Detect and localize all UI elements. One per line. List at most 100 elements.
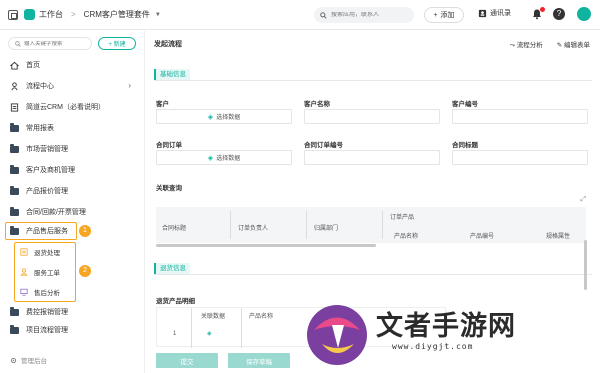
vertical-scrollbar[interactable] bbox=[584, 240, 587, 290]
edit-icon: ✎ bbox=[556, 42, 564, 49]
step-badge-1: 1 bbox=[79, 225, 91, 237]
analysis-icon: ⤳ bbox=[509, 42, 517, 49]
sidebar-item-marketing[interactable]: 市场营销管理 bbox=[0, 140, 145, 158]
step-badge-2: 2 bbox=[79, 265, 91, 277]
search-input[interactable] bbox=[331, 12, 411, 18]
contract-order-select-data[interactable]: ◈ 选择数据 bbox=[156, 150, 292, 165]
edit-form-label: 编辑表单 bbox=[564, 42, 590, 49]
app-logo bbox=[24, 9, 35, 20]
watermark: 文者手游网 www.diygjt.com bbox=[300, 298, 600, 373]
watermark-url: www.diygjt.com bbox=[392, 342, 474, 351]
sidebar: + 新建 首页 流程中心 › 简道云CRM（必看说明） 常用报表 市场营销管理 … bbox=[0, 31, 145, 373]
return-products-title: 退货产品明细 bbox=[156, 298, 195, 305]
field-label-customer-name: 客户名称 bbox=[304, 101, 330, 108]
field-label-contract-title: 合同标题 bbox=[452, 142, 478, 149]
field-label-customer-no: 客户编号 bbox=[452, 101, 478, 108]
sidebar-item-label: 简道云CRM（必看说明） bbox=[26, 104, 105, 111]
admin-link[interactable]: 管理后台 bbox=[10, 355, 47, 365]
sidebar-item-label: 流程中心 bbox=[26, 83, 54, 90]
chevron-right-icon: › bbox=[128, 81, 131, 90]
col-header-spec: 规格属性 bbox=[546, 234, 571, 240]
help-icon[interactable]: ? bbox=[553, 8, 565, 20]
sidebar-item-label: 首页 bbox=[26, 62, 40, 69]
sidebar-search-input[interactable] bbox=[24, 40, 88, 47]
sidebar-subitem-analysis[interactable]: 售后分析 bbox=[14, 283, 74, 301]
top-bar: 工作台 > CRM客户管理套件 ▼ + 添加 通讯录 ? bbox=[0, 0, 600, 30]
avatar[interactable] bbox=[577, 7, 591, 21]
sidebar-item-flow-center[interactable]: 流程中心 › bbox=[0, 77, 145, 95]
column-divider bbox=[241, 308, 242, 348]
sidebar-item-label: 产品售后服务 bbox=[26, 228, 68, 235]
col-header-related-data: 关联数据 bbox=[201, 314, 226, 320]
sidebar-subitem-service-ticket[interactable]: 服务工单 bbox=[14, 263, 74, 281]
workspace-nav[interactable]: 工作台 bbox=[8, 9, 63, 20]
col-header-product-no: 产品编号 bbox=[470, 234, 495, 240]
section-basic-info: 基础信息 bbox=[154, 69, 190, 80]
search-icon bbox=[320, 11, 327, 19]
submit-button[interactable]: 提交 bbox=[156, 353, 218, 368]
folder-icon bbox=[10, 144, 19, 153]
new-button[interactable]: + 新建 bbox=[98, 37, 136, 50]
contacts-button[interactable]: 通讯录 bbox=[478, 8, 511, 18]
add-button[interactable]: + 添加 bbox=[424, 7, 464, 23]
sidebar-item-label: 产品报价管理 bbox=[26, 188, 68, 195]
select-data-icon[interactable]: ◈ bbox=[207, 330, 212, 337]
field-label-customer: 客户 bbox=[156, 101, 169, 108]
sidebar-item-label: 服务工单 bbox=[34, 270, 60, 277]
col-header-order-owner: 订单负责人 bbox=[238, 226, 269, 232]
customer-select-data[interactable]: ◈ 选择数据 bbox=[156, 109, 292, 124]
select-data-label: 选择数据 bbox=[216, 156, 241, 162]
sidebar-item-after-sales[interactable]: 产品售后服务 bbox=[5, 222, 77, 240]
sidebar-item-home[interactable]: 首页 bbox=[0, 56, 145, 74]
section-divider bbox=[154, 274, 592, 275]
home-icon bbox=[10, 61, 19, 70]
sidebar-item-contracts[interactable]: 合同/回款/开票管理 bbox=[0, 203, 145, 221]
gear-icon bbox=[10, 357, 17, 363]
sidebar-item-expense[interactable]: 费控报销管理 bbox=[0, 303, 145, 321]
sidebar-item-quotes[interactable]: 产品报价管理 bbox=[0, 182, 145, 200]
col-header-contract-title: 合同标题 bbox=[162, 226, 187, 232]
column-divider bbox=[306, 211, 307, 239]
document-icon bbox=[10, 102, 19, 112]
sidebar-subitem-returns[interactable]: 退货处理 bbox=[14, 243, 74, 261]
folder-icon bbox=[10, 207, 19, 216]
section-return-info: 退货信息 bbox=[154, 263, 190, 274]
sidebar-toggle-icon[interactable] bbox=[8, 9, 18, 20]
breadcrumb-separator: > bbox=[71, 10, 76, 19]
sidebar-item-label: 市场营销管理 bbox=[26, 146, 68, 153]
global-search[interactable] bbox=[314, 7, 414, 23]
notifications-button[interactable] bbox=[531, 7, 545, 20]
workspace-title[interactable]: 工作台 bbox=[39, 9, 63, 20]
app-name: CRM客户管理套件 bbox=[83, 10, 150, 19]
folder-icon bbox=[10, 123, 19, 132]
admin-label: 管理后台 bbox=[21, 358, 47, 365]
page-actions: ⤳ 流程分析 ✎ 编辑表单 bbox=[510, 39, 590, 50]
contract-order-no-field[interactable] bbox=[304, 150, 440, 165]
contract-title-field[interactable] bbox=[452, 150, 588, 165]
sidebar-search[interactable] bbox=[8, 37, 92, 50]
plus-icon: + bbox=[433, 11, 438, 19]
select-data-label: 选择数据 bbox=[216, 115, 241, 121]
customer-no-field[interactable] bbox=[452, 109, 588, 124]
flow-analysis-link[interactable]: ⤳ 流程分析 bbox=[510, 39, 543, 50]
sidebar-item-guide[interactable]: 简道云CRM（必看说明） bbox=[0, 98, 145, 116]
watermark-brand: 文者手游网 bbox=[376, 311, 516, 342]
monitor-icon bbox=[20, 288, 28, 296]
add-label: 添加 bbox=[440, 12, 455, 19]
sidebar-item-projects[interactable]: 项目流程管理 bbox=[0, 321, 145, 339]
app-switcher[interactable]: CRM客户管理套件 ▼ bbox=[84, 9, 161, 20]
horizontal-scrollbar[interactable] bbox=[156, 244, 376, 247]
sidebar-item-customers[interactable]: 客户及商机管理 bbox=[0, 161, 145, 179]
folder-icon bbox=[10, 307, 19, 316]
notification-badge bbox=[540, 7, 545, 12]
page-title: 发起流程 bbox=[154, 41, 182, 48]
contacts-icon bbox=[478, 9, 487, 17]
flow-icon bbox=[11, 81, 18, 90]
sidebar-item-label: 常用报表 bbox=[26, 125, 54, 132]
save-draft-button[interactable]: 保存草稿 bbox=[228, 353, 290, 368]
sidebar-item-reports[interactable]: 常用报表 bbox=[0, 119, 145, 137]
expand-icon[interactable]: ⤢ bbox=[580, 196, 586, 204]
sidebar-item-label: 项目流程管理 bbox=[26, 327, 68, 334]
edit-form-link[interactable]: ✎ 编辑表单 bbox=[557, 39, 590, 50]
customer-name-field[interactable] bbox=[304, 109, 440, 124]
